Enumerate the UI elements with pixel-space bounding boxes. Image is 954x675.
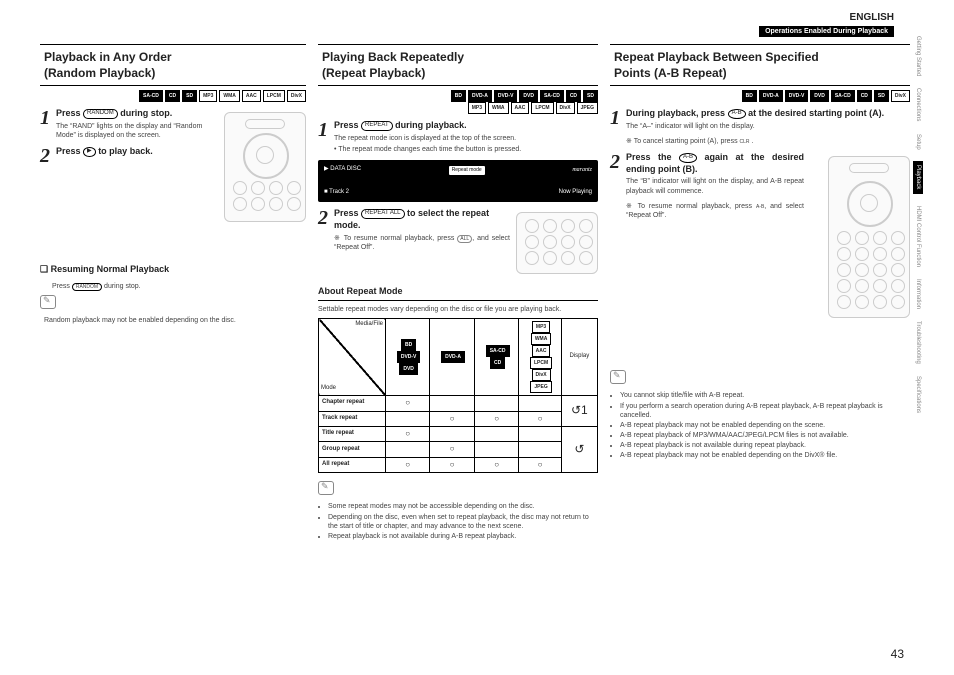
repeat-mode-table: Media/FileMode BDDVD-VDVD DVD-A SA-CDCD … <box>318 318 598 473</box>
step1-text: Press RANDOM during stop. <box>56 108 218 120</box>
col3-formats: BDDVD-ADVD-VDVDSA-CDCDSDDivX <box>610 90 910 102</box>
tab-getting-started[interactable]: Getting Started <box>915 36 921 76</box>
note-icon <box>40 295 56 309</box>
col2-bullets: Some repeat modes may not be accessible … <box>328 502 598 540</box>
clear-button-icon: CLR <box>740 139 750 145</box>
col3-step2: Press the A-B again at the desired endin… <box>626 152 804 175</box>
note-icon <box>318 481 334 495</box>
col1-title: Playback in Any Order(Random Playback) <box>40 44 306 86</box>
language-label: ENGLISH <box>759 12 894 23</box>
screen-preview: ▶ DATA DISC Repeat mode marantz ■ Track … <box>318 160 598 202</box>
tab-hdmi[interactable]: HDMI Control Function <box>915 206 921 267</box>
resume-heading: ❏ Resuming Normal Playback <box>40 264 306 278</box>
col2-formats: BDDVD-ADVD-VDVDSA-CDCDSD MP3WMAAACLPCMDi… <box>318 90 598 114</box>
col2-title: Playing Back Repeatedly(Repeat Playback) <box>318 44 598 86</box>
tab-playback[interactable]: Playback <box>913 161 923 193</box>
about-heading: About Repeat Mode <box>318 286 598 301</box>
ab-button-icon: A-B <box>679 153 697 163</box>
repeat-button-icon: REPEAT <box>361 121 393 131</box>
play-button-icon: ▶ <box>83 147 96 157</box>
step2-text: Press ▶ to play back. <box>56 146 153 166</box>
remote-illustration <box>224 112 306 222</box>
tab-connections[interactable]: Connections <box>915 88 921 121</box>
step-number-1: 1 <box>40 108 50 140</box>
resume-body: Press RANDOM during stop. <box>52 282 306 291</box>
tab-specifications[interactable]: Specifications <box>915 376 921 413</box>
repeat-all-button-icon: REPEAT ALL <box>361 209 404 219</box>
col3-step1: During playback, press A-B at the desire… <box>626 108 884 120</box>
side-tabs: Getting Started Connections Setup Playba… <box>908 30 928 630</box>
col3-bullets: You cannot skip title/file with A-B repe… <box>620 391 910 460</box>
page-number: 43 <box>891 647 904 661</box>
remote-illustration-large <box>828 156 910 318</box>
tab-troubleshooting[interactable]: Troubleshooting <box>915 321 921 364</box>
col1-note: Random playback may not be enabled depen… <box>44 316 306 325</box>
remote-illustration-small <box>516 212 598 274</box>
col2-step1: Press REPEAT during playback. <box>334 120 521 132</box>
tab-information[interactable]: Information <box>915 279 921 309</box>
col2-step2: Press REPEAT ALL to select the repeat mo… <box>334 208 510 231</box>
col3-title: Repeat Playback Between SpecifiedPoints … <box>610 44 910 86</box>
random-button-icon: RANDOM <box>83 109 118 119</box>
tab-setup[interactable]: Setup <box>915 134 921 150</box>
note-icon <box>610 370 626 384</box>
ab-button-icon: A-B <box>728 109 746 119</box>
col1-formats: SA-CDCDSDMP3WMAAACLPCMDivX <box>40 90 306 102</box>
step-number-2: 2 <box>40 146 50 166</box>
top-bar: ENGLISH Operations Enabled During Playba… <box>759 12 894 35</box>
section-badge: Operations Enabled During Playback <box>759 26 894 37</box>
